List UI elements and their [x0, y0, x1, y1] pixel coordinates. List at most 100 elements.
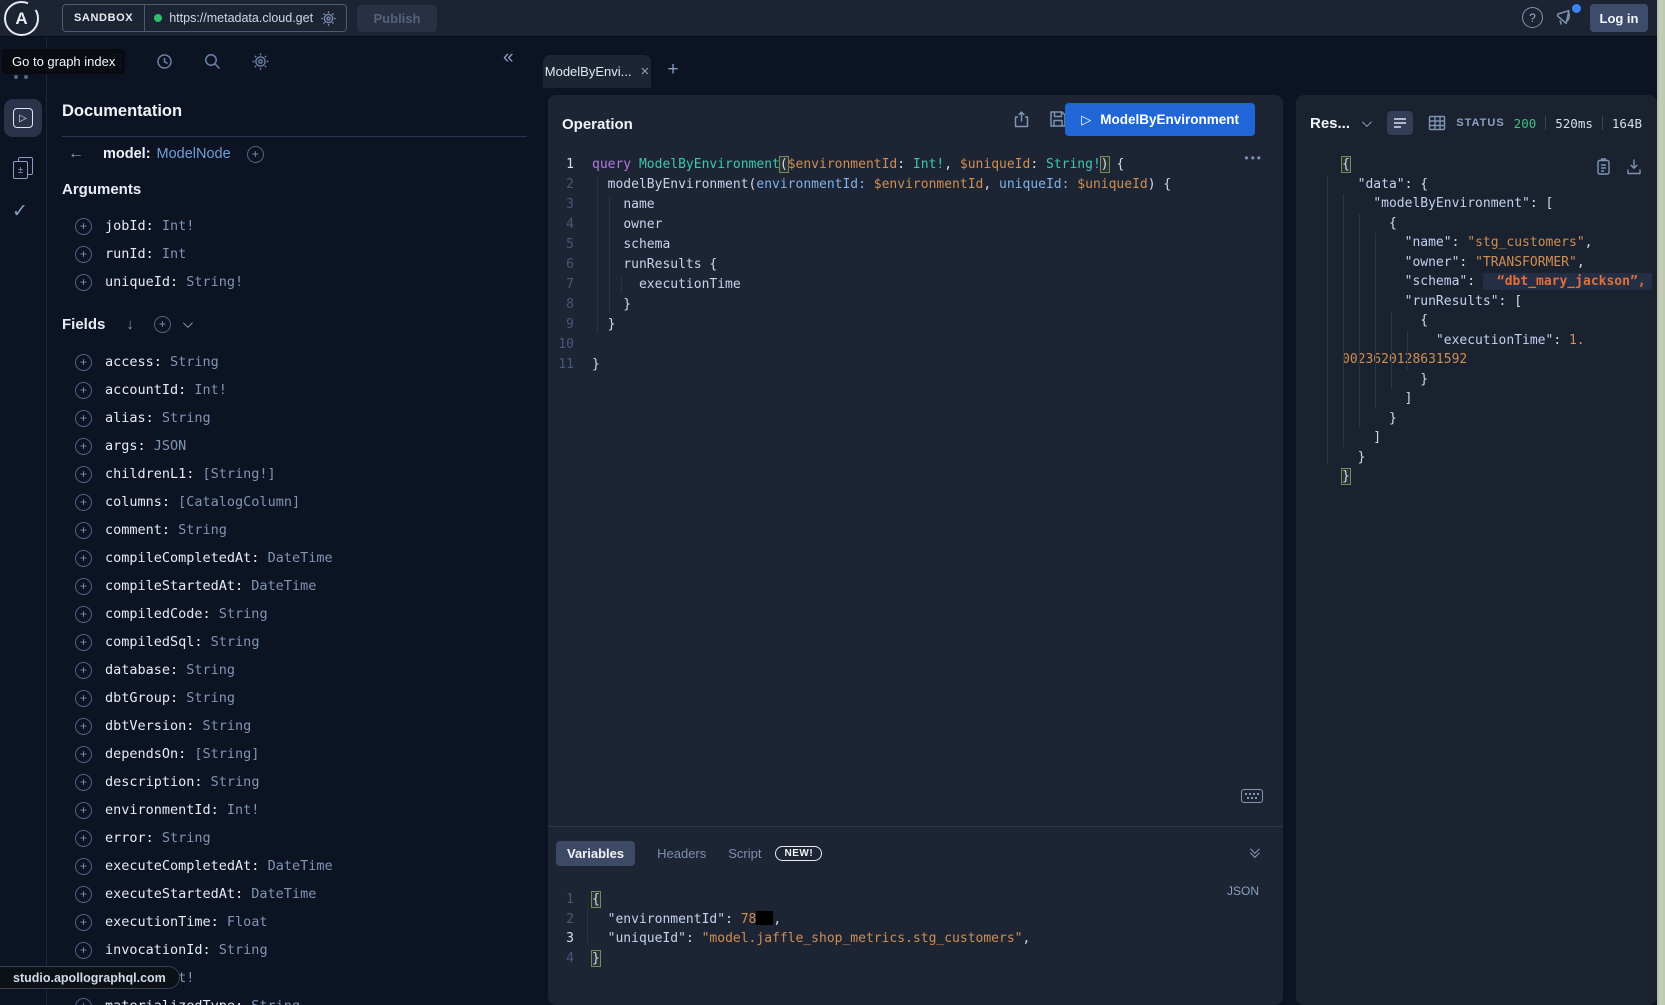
- response-menu-chevron-icon[interactable]: [1362, 117, 1372, 127]
- add-to-operation-button[interactable]: +: [75, 662, 92, 679]
- new-tab-button[interactable]: +: [660, 57, 686, 83]
- field-type[interactable]: String: [170, 522, 227, 538]
- history-clock-icon[interactable]: [155, 52, 174, 71]
- add-to-operation-button[interactable]: +: [75, 438, 92, 455]
- connection-settings-gear-icon[interactable]: [320, 10, 337, 27]
- add-to-operation-button[interactable]: +: [75, 886, 92, 903]
- field-type[interactable]: String: [154, 410, 211, 426]
- operation-tab[interactable]: ModelByEnvi... ×: [543, 55, 651, 88]
- add-to-operation-button[interactable]: +: [75, 774, 92, 791]
- field-name: compiledSql:: [105, 634, 203, 650]
- response-body[interactable]: { "data": { "modelByEnvironment": [ { "n…: [1296, 155, 1657, 487]
- field-type[interactable]: Int!: [186, 382, 227, 398]
- field-type[interactable]: String: [243, 998, 300, 1005]
- field-row: +executeStartedAt: DateTime: [62, 880, 333, 908]
- graph-index-icon[interactable]: [14, 75, 28, 79]
- type-link[interactable]: ModelNode: [157, 146, 231, 162]
- sidebar-item-schema[interactable]: ±: [13, 157, 35, 179]
- field-type[interactable]: String: [178, 662, 235, 678]
- field-type[interactable]: Float: [219, 914, 268, 930]
- field-type[interactable]: [String!]: [194, 466, 275, 482]
- add-to-operation-button[interactable]: +: [75, 634, 92, 651]
- argument-row: +uniqueId: String!: [62, 268, 243, 296]
- sidebar-item-checks[interactable]: ✓: [12, 200, 28, 223]
- add-to-operation-button[interactable]: +: [75, 606, 92, 623]
- add-to-operation-button[interactable]: +: [75, 494, 92, 511]
- field-type[interactable]: String: [203, 634, 260, 650]
- sort-descending-icon[interactable]: ↓: [126, 316, 134, 333]
- field-type[interactable]: DateTime: [243, 578, 316, 594]
- tab-script[interactable]: Script: [728, 841, 761, 866]
- download-response-icon[interactable]: [1625, 157, 1643, 176]
- variables-editor[interactable]: 1{2 "environmentId": 78,3 "uniqueId": "m…: [548, 890, 1283, 968]
- add-to-operation-button[interactable]: +: [75, 218, 92, 235]
- login-button[interactable]: Log in: [1590, 4, 1648, 32]
- formatted-view-toggle[interactable]: [1387, 111, 1413, 135]
- run-operation-button[interactable]: ▷ ModelByEnvironment: [1065, 103, 1255, 136]
- copy-response-icon[interactable]: [1595, 157, 1612, 176]
- close-tab-icon[interactable]: ×: [640, 63, 649, 80]
- add-to-operation-button[interactable]: +: [75, 998, 92, 1005]
- add-to-operation-button[interactable]: +: [75, 550, 92, 567]
- apollo-logo[interactable]: A: [4, 1, 39, 36]
- add-to-operation-button[interactable]: +: [75, 354, 92, 371]
- field-type[interactable]: Int!: [154, 218, 195, 234]
- collapse-variables-icon[interactable]: [1250, 847, 1257, 858]
- field-type[interactable]: JSON: [146, 438, 187, 454]
- add-to-operation-button[interactable]: +: [75, 942, 92, 959]
- collapse-panel-icon[interactable]: «: [503, 47, 514, 69]
- operation-title: Operation: [562, 116, 633, 133]
- add-to-operation-button[interactable]: +: [75, 382, 92, 399]
- add-to-operation-button[interactable]: +: [75, 690, 92, 707]
- endpoint-url[interactable]: https://metadata.cloud.get: [169, 11, 313, 25]
- field-type[interactable]: String: [203, 774, 260, 790]
- field-type[interactable]: DateTime: [243, 886, 316, 902]
- field-type[interactable]: DateTime: [259, 550, 332, 566]
- publish-button[interactable]: Publish: [357, 5, 437, 32]
- add-to-operation-button[interactable]: +: [75, 246, 92, 263]
- field-row: + compiledSql: String: [62, 628, 333, 656]
- endpoint-url-field[interactable]: https://metadata.cloud.get: [145, 5, 346, 31]
- operation-editor[interactable]: 1query ModelByEnvironment($environmentId…: [548, 155, 1283, 375]
- code-line: 9 }: [548, 315, 1283, 335]
- sidebar-item-explorer[interactable]: ▷: [4, 99, 42, 137]
- table-view-toggle[interactable]: [1428, 115, 1446, 131]
- add-to-operation-button[interactable]: +: [75, 274, 92, 291]
- field-type[interactable]: String: [178, 690, 235, 706]
- add-to-operation-button[interactable]: +: [75, 522, 92, 539]
- add-type-button[interactable]: +: [247, 146, 264, 163]
- chevron-down-icon[interactable]: [183, 318, 193, 328]
- keyboard-shortcuts-icon[interactable]: [1241, 789, 1263, 803]
- add-all-fields-button[interactable]: +: [154, 316, 171, 333]
- help-icon[interactable]: ?: [1522, 7, 1543, 28]
- field-type[interactable]: String: [154, 830, 211, 846]
- field-type[interactable]: Int!: [219, 802, 260, 818]
- settings-gear-icon[interactable]: [251, 52, 270, 71]
- field-type[interactable]: String: [211, 606, 268, 622]
- field-type[interactable]: Int: [154, 246, 187, 262]
- add-to-operation-button[interactable]: +: [75, 802, 92, 819]
- tab-variables[interactable]: Variables: [556, 841, 635, 866]
- search-icon[interactable]: [203, 52, 222, 71]
- field-type[interactable]: [String]: [186, 746, 259, 762]
- add-to-operation-button[interactable]: +: [75, 830, 92, 847]
- field-type[interactable]: [CatalogColumn]: [170, 494, 300, 510]
- field-type[interactable]: String: [194, 718, 251, 734]
- announcements-megaphone-icon[interactable]: [1554, 6, 1580, 30]
- add-to-operation-button[interactable]: +: [75, 410, 92, 427]
- add-to-operation-button[interactable]: +: [75, 858, 92, 875]
- add-to-operation-button[interactable]: +: [75, 578, 92, 595]
- share-icon[interactable]: [1012, 110, 1031, 129]
- add-to-operation-button[interactable]: +: [75, 466, 92, 483]
- add-to-operation-button[interactable]: +: [75, 746, 92, 763]
- field-type[interactable]: String: [162, 354, 219, 370]
- add-to-operation-button[interactable]: +: [75, 914, 92, 931]
- back-arrow-icon[interactable]: ←: [68, 145, 84, 163]
- tab-headers[interactable]: Headers: [657, 841, 706, 866]
- field-type[interactable]: DateTime: [259, 858, 332, 874]
- field-type[interactable]: String: [211, 942, 268, 958]
- field-row: +args: JSON: [62, 432, 333, 460]
- field-type[interactable]: String!: [178, 274, 243, 290]
- add-to-operation-button[interactable]: +: [75, 718, 92, 735]
- editor-overflow-menu-icon[interactable]: •••: [1244, 151, 1263, 165]
